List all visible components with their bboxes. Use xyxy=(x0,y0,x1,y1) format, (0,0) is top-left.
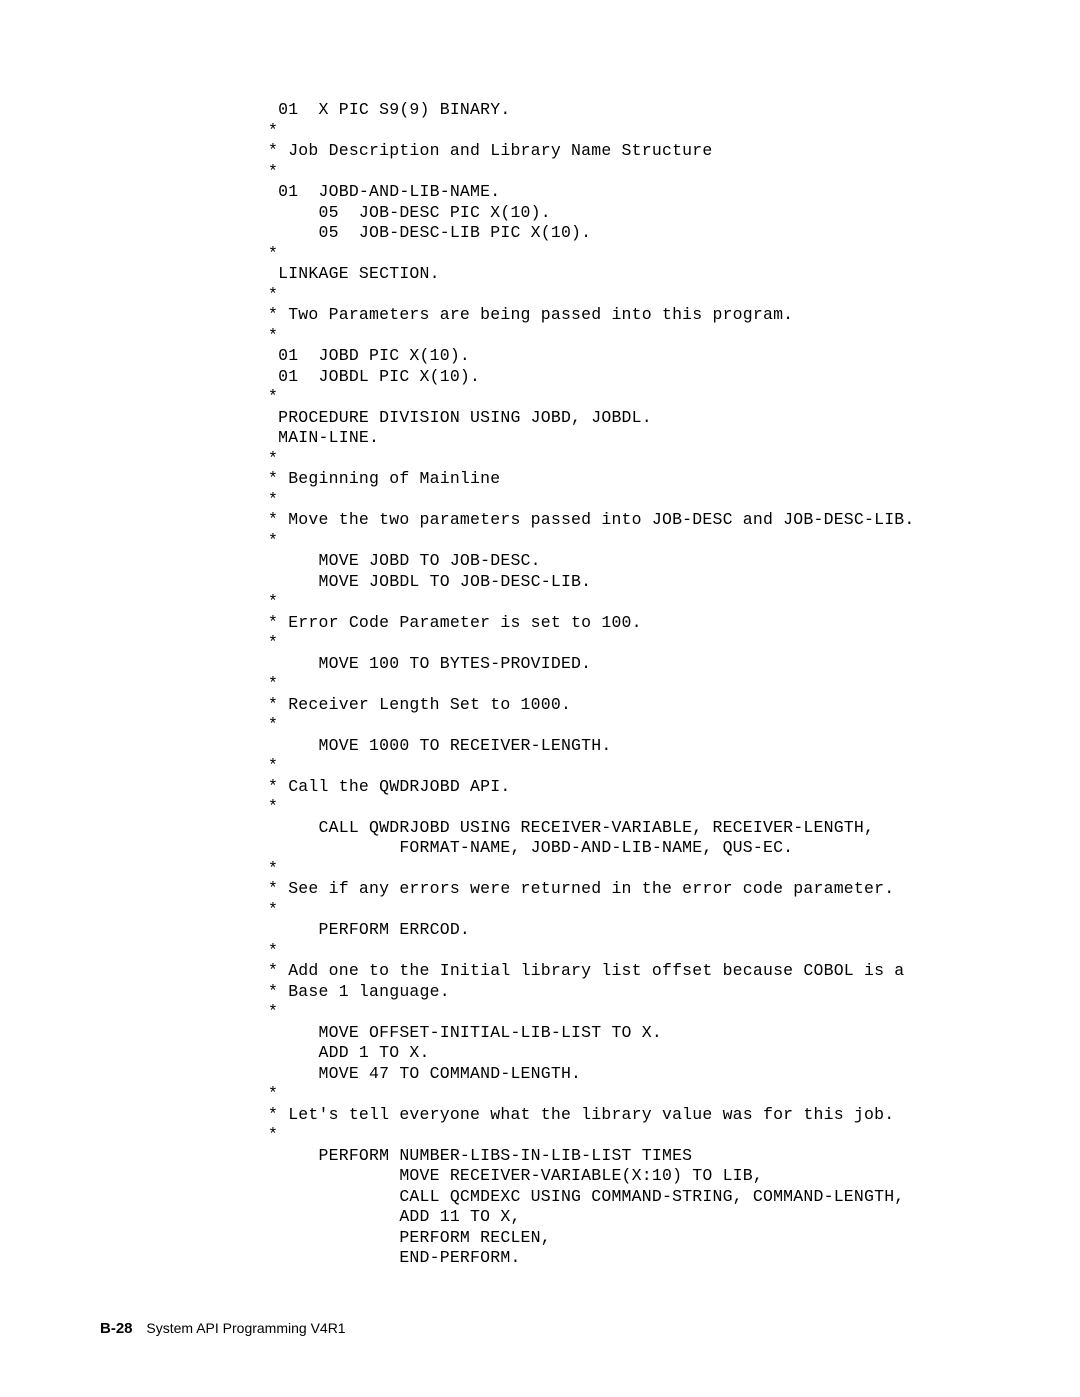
page-footer: B-28 System API Programming V4R1 xyxy=(100,1320,346,1337)
code-listing: 01 X PIC S9(9) BINARY. * * Job Descripti… xyxy=(268,100,980,1269)
page-number: B-28 xyxy=(100,1320,133,1337)
book-title: System API Programming V4R1 xyxy=(146,1320,345,1336)
document-page: 01 X PIC S9(9) BINARY. * * Job Descripti… xyxy=(0,0,1080,1397)
